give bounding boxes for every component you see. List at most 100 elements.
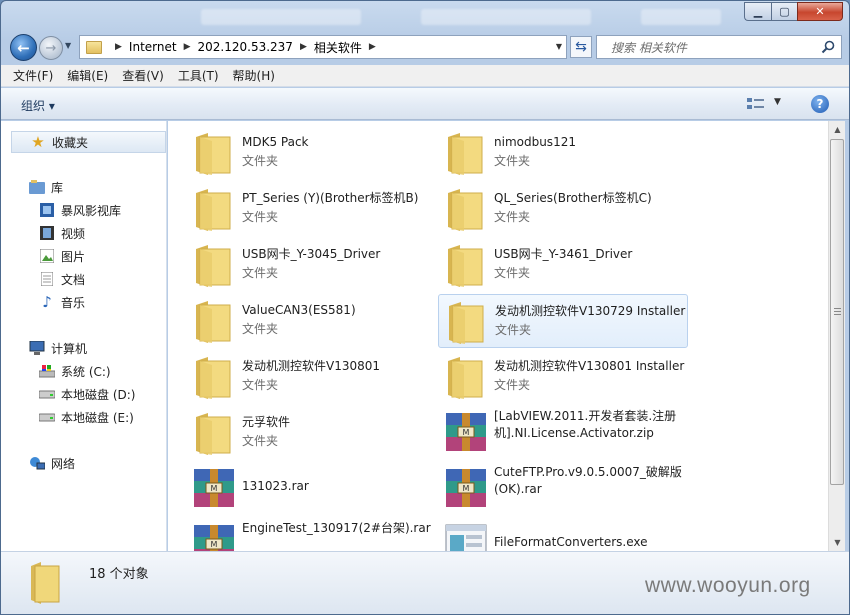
background-tab	[201, 9, 361, 25]
navigation-pane: ★ 收藏夹 库 暴风影视库 视频 图片 文档 ♪ 音乐 计算机 系统 (C:) …	[1, 121, 167, 551]
file-type: 文件夹	[242, 154, 279, 168]
file-item[interactable]: FileFormatConverters.exe	[438, 518, 688, 551]
film-icon	[39, 225, 55, 241]
sidebar-item-label: 收藏夹	[52, 135, 89, 150]
file-type: 文件夹	[494, 210, 531, 224]
breadcrumb-folder[interactable]: 相关软件	[314, 39, 362, 56]
winrar-icon: M	[442, 465, 490, 513]
minimize-button[interactable]: ▁	[744, 2, 771, 21]
file-type: 文件夹	[494, 266, 531, 280]
chevron-down-icon[interactable]: ▼	[556, 42, 562, 51]
file-item[interactable]: ValueCAN3(ES581) 文件夹	[186, 294, 436, 348]
file-item[interactable]: PT_Series (Y)(Brother标签机B) 文件夹	[186, 182, 436, 236]
sidebar-item-drive-c[interactable]: 系统 (C:)	[39, 361, 111, 381]
scroll-up-icon[interactable]: ▲	[829, 121, 846, 138]
menu-help[interactable]: 帮助(H)	[233, 67, 275, 84]
menu-view[interactable]: 查看(V)	[122, 67, 164, 84]
file-item[interactable]: M EngineTest_130917(2#台架).rar	[186, 518, 436, 551]
file-item[interactable]: M [LabVIEW.2011.开发者套装.注册机].NI.License.Ac…	[438, 406, 688, 460]
sidebar-item-libraries[interactable]: 库	[29, 177, 63, 197]
sidebar-item-computer[interactable]: 计算机	[29, 338, 87, 358]
file-item[interactable]: QL_Series(Brother标签机C) 文件夹	[438, 182, 688, 236]
sidebar-item-label: 视频	[61, 226, 86, 241]
menu-edit[interactable]: 编辑(E)	[67, 67, 108, 84]
sidebar-item-drive-d[interactable]: 本地磁盘 (D:)	[39, 384, 135, 404]
chevron-right-icon[interactable]: ▶	[115, 42, 122, 52]
file-name: CuteFTP.Pro.v9.0.5.0007_破解版(OK).rar	[494, 465, 682, 496]
close-button[interactable]: ✕	[797, 2, 843, 21]
file-name: EngineTest_130917(2#台架).rar	[242, 521, 431, 535]
file-item[interactable]: USB网卡_Y-3461_Driver 文件夹	[438, 238, 688, 292]
folder-icon	[190, 409, 238, 457]
chevron-right-icon[interactable]: ▶	[300, 42, 307, 52]
sidebar-item-label: 系统 (C:)	[61, 364, 111, 379]
file-item[interactable]: 发动机测控软件V130801 Installer 文件夹	[438, 350, 688, 404]
view-options-icon[interactable]	[746, 96, 766, 112]
maximize-button[interactable]: ▢	[771, 2, 797, 21]
search-icon[interactable]	[821, 40, 835, 54]
folder-icon	[442, 185, 490, 233]
sidebar-item-label: 库	[51, 180, 64, 195]
chevron-right-icon[interactable]: ▶	[184, 42, 191, 52]
file-item[interactable]: 发动机测控软件V130801 文件夹	[186, 350, 436, 404]
chevron-right-icon[interactable]: ▶	[369, 42, 376, 52]
file-item[interactable]: USB网卡_Y-3045_Driver 文件夹	[186, 238, 436, 292]
sidebar-item-videos[interactable]: 视频	[39, 223, 85, 243]
file-item[interactable]: nimodbus121 文件夹	[438, 126, 688, 180]
address-bar[interactable]: ▶ Internet ▶ 202.120.53.237 ▶ 相关软件 ▶ ▼	[79, 35, 567, 59]
forward-button[interactable]: →	[39, 36, 63, 60]
folder-icon	[190, 353, 238, 401]
file-item[interactable]: 元孚软件 文件夹	[186, 406, 436, 460]
menu-tools[interactable]: 工具(T)	[178, 67, 219, 84]
background-tab	[641, 9, 721, 25]
back-button[interactable]: ←	[10, 34, 37, 61]
winrar-icon: M	[190, 521, 238, 551]
file-item[interactable]: M CuteFTP.Pro.v9.0.5.0007_破解版(OK).rar	[438, 462, 688, 516]
background-tab	[421, 9, 591, 25]
sidebar-item-label: 本地磁盘 (D:)	[61, 387, 136, 402]
sidebar-item-pictures[interactable]: 图片	[39, 246, 85, 266]
sidebar-item-favorites[interactable]: ★ 收藏夹	[11, 131, 166, 153]
sidebar-item-network[interactable]: 网络	[29, 453, 75, 473]
title-bar: ▁ ▢ ✕	[1, 1, 849, 31]
document-icon	[39, 271, 55, 287]
sidebar-item-drive-e[interactable]: 本地磁盘 (E:)	[39, 407, 134, 427]
hard-drive-icon	[39, 409, 55, 425]
folder-icon	[443, 298, 491, 346]
help-icon[interactable]: ?	[811, 95, 829, 113]
file-type: 文件夹	[242, 210, 279, 224]
sidebar-item-label: 音乐	[61, 295, 86, 310]
file-name: PT_Series (Y)(Brother标签机B)	[242, 191, 419, 205]
library-icon	[29, 179, 45, 195]
search-input[interactable]: 搜索 相关软件	[596, 35, 842, 59]
file-name: 131023.rar	[242, 479, 309, 493]
sidebar-item-documents[interactable]: 文档	[39, 269, 85, 289]
organize-button[interactable]: 组织 ▾	[21, 97, 55, 114]
file-item[interactable]: M 131023.rar	[186, 462, 436, 516]
sidebar-item-label: 本地磁盘 (E:)	[61, 410, 134, 425]
folder-icon	[86, 40, 102, 54]
sidebar-item-baofeng[interactable]: 暴风影视库	[39, 200, 121, 220]
scroll-down-icon[interactable]: ▼	[829, 534, 846, 551]
history-dropdown-icon[interactable]: ▼	[65, 41, 75, 55]
breadcrumb-internet[interactable]: Internet	[129, 40, 177, 54]
file-type: 文件夹	[242, 378, 279, 392]
file-name: USB网卡_Y-3045_Driver	[242, 247, 381, 261]
file-item[interactable]: MDK5 Pack 文件夹	[186, 126, 436, 180]
sidebar-item-label: 网络	[51, 456, 76, 471]
scroll-thumb[interactable]	[830, 139, 844, 485]
star-icon: ★	[31, 133, 45, 151]
sidebar-item-label: 暴风影视库	[61, 203, 122, 218]
menu-file[interactable]: 文件(F)	[13, 67, 53, 84]
command-bar: 组织 ▾ ▼ ?	[1, 88, 849, 120]
chevron-down-icon[interactable]: ▼	[774, 97, 781, 107]
music-note-icon: ♪	[42, 293, 52, 311]
breadcrumb-host[interactable]: 202.120.53.237	[198, 40, 293, 54]
vertical-scrollbar[interactable]: ▲ ▼	[828, 121, 845, 551]
sidebar-item-music[interactable]: ♪ 音乐	[39, 292, 85, 312]
file-item[interactable]: 发动机测控软件V130729 Installer 文件夹	[438, 294, 688, 348]
refresh-button[interactable]: ⇆	[570, 36, 592, 58]
file-name: [LabVIEW.2011.开发者套装.注册机].NI.License.Acti…	[494, 409, 677, 440]
item-count: 18 个对象	[89, 567, 149, 582]
computer-icon	[29, 340, 45, 356]
